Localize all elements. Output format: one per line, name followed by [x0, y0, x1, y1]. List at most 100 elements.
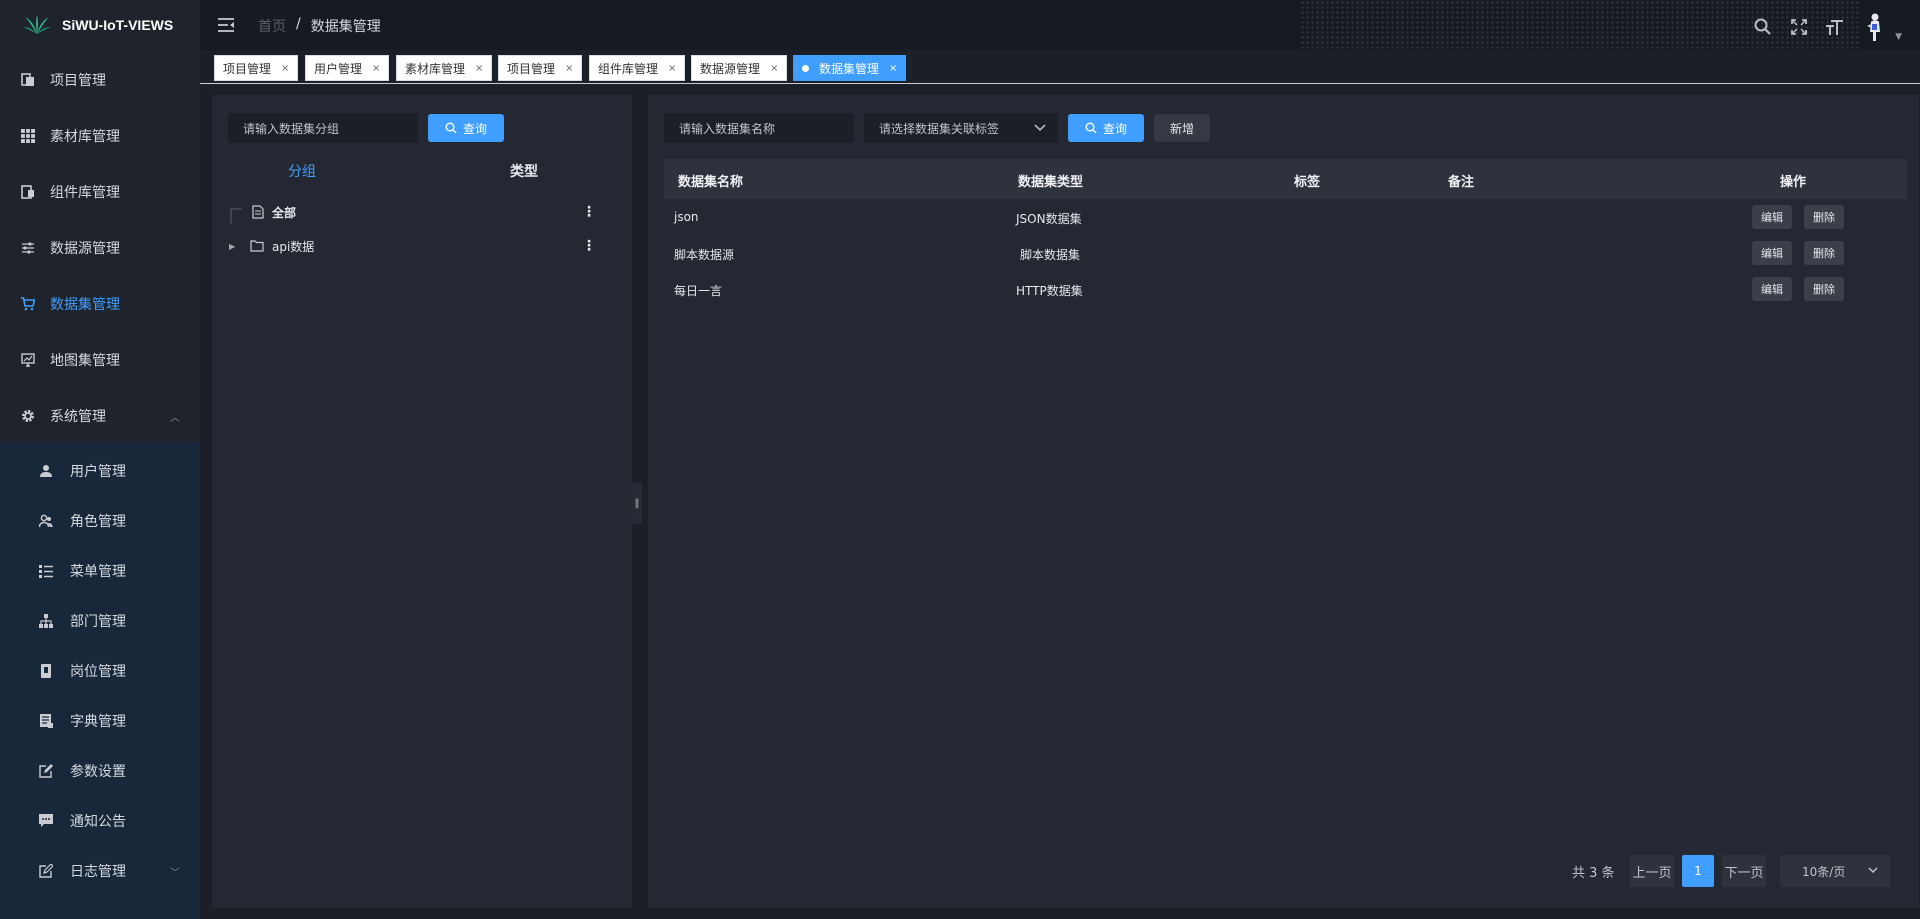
sidebar-item-dict[interactable]: 字典管理 — [0, 696, 200, 746]
sidebar-item-map[interactable]: 地图集管理 — [0, 332, 200, 388]
logo-icon — [23, 15, 51, 34]
sidebar: SiWU-IoT-VIEWS 项目管理 素材库管理 组件库管理 数据源管理 数据… — [0, 0, 200, 919]
system-submenu: 用户管理 角色管理 菜单管理 部门管理 岗位管理 字典管理 参数设置 通知公告 — [0, 442, 200, 919]
sidebar-item-label: 数据源管理 — [50, 241, 120, 257]
sidebar-item-label: 部门管理 — [70, 614, 126, 630]
avatar[interactable] — [1861, 12, 1887, 42]
tab-dataset[interactable]: 数据集管理 × — [793, 55, 907, 81]
close-icon[interactable]: × — [475, 63, 483, 74]
cell-type: JSON数据集 — [1016, 212, 1082, 226]
column-header-actions: 操作 — [1780, 175, 1807, 190]
sidebar-item-component[interactable]: 组件库管理 — [0, 164, 200, 220]
sidebar-item-datasource[interactable]: 数据源管理 — [0, 220, 200, 276]
component-icon — [20, 184, 36, 200]
list-icon — [38, 563, 54, 579]
breadcrumb-home[interactable]: 首页 — [258, 16, 286, 36]
close-icon[interactable]: × — [668, 63, 676, 74]
dataset-search-button[interactable]: 查询 — [1068, 114, 1144, 142]
add-dataset-button[interactable]: 新增 — [1154, 114, 1210, 142]
page-size-select[interactable]: 10条/页 — [1780, 855, 1890, 887]
sidebar-item-material[interactable]: 素材库管理 — [0, 108, 200, 164]
dataset-name-input[interactable]: 请输入数据集名称 — [664, 113, 854, 143]
badge-icon — [38, 663, 54, 679]
group-search-input[interactable]: 请输入数据集分组 — [228, 113, 418, 143]
pagination-page-1[interactable]: 1 — [1682, 855, 1714, 887]
tab-datasource[interactable]: 数据源管理 × — [691, 55, 788, 81]
tree-node-label: 全部 — [272, 205, 297, 220]
delete-button[interactable]: 删除 — [1804, 205, 1844, 229]
group-search-button[interactable]: 查询 — [428, 114, 504, 142]
message-icon — [38, 813, 54, 829]
sidebar-item-params[interactable]: 参数设置 — [0, 746, 200, 796]
app-name: SiWU-IoT-VIEWS — [62, 17, 174, 33]
close-icon[interactable]: × — [889, 63, 897, 74]
log-icon — [38, 863, 54, 879]
sidebar-item-label: 系统管理 — [50, 409, 106, 425]
panel-resize-handle[interactable]: ‖ — [632, 482, 642, 524]
caret-right-icon[interactable]: ▶ — [229, 242, 235, 251]
tab-label: 数据集管理 — [819, 61, 880, 76]
close-icon[interactable]: × — [770, 63, 778, 74]
sidebar-item-system[interactable]: 系统管理 ︿ — [0, 388, 200, 444]
menu-toggle-icon[interactable] — [216, 15, 236, 35]
tree-node-all[interactable]: 全部 ⋮ — [212, 199, 632, 225]
sidebar-item-label: 数据集管理 — [50, 297, 120, 313]
gear-icon — [20, 408, 36, 424]
sidebar-item-notice[interactable]: 通知公告 — [0, 796, 200, 846]
org-icon — [38, 613, 54, 629]
search-icon — [445, 122, 457, 134]
search-icon[interactable] — [1753, 17, 1773, 37]
sidebar-item-label: 项目管理 — [50, 73, 106, 89]
delete-button[interactable]: 删除 — [1804, 241, 1844, 265]
segment-type[interactable]: 类型 — [510, 161, 538, 181]
close-icon[interactable]: × — [281, 63, 289, 74]
sidebar-item-user[interactable]: 用户管理 — [0, 446, 200, 496]
sidebar-item-label: 日志管理 — [70, 864, 126, 880]
sidebar-item-dataset[interactable]: 数据集管理 — [0, 276, 200, 332]
dataset-panel: 请输入数据集名称 请选择数据集关联标签 查询 新增 数据集名称 数据集类型 标签… — [648, 95, 1919, 908]
sidebar-item-label: 岗位管理 — [70, 664, 126, 680]
column-header-tag: 标签 — [1294, 175, 1321, 190]
pagination-next-button[interactable]: 下一页 — [1722, 855, 1766, 887]
font-size-icon[interactable] — [1825, 17, 1845, 37]
grid-icon — [20, 128, 36, 144]
edit-button[interactable]: 编辑 — [1752, 205, 1792, 229]
search-icon — [1085, 122, 1097, 134]
close-icon[interactable]: × — [372, 63, 380, 74]
caret-down-icon[interactable]: ▼ — [1895, 32, 1902, 42]
tags-view: 项目管理 × 用户管理 × 素材库管理 × 项目管理 × 组件库管理 × 数据源管理 × 数… — [200, 50, 1920, 84]
pagination-prev-button[interactable]: 上一页 — [1630, 855, 1674, 887]
table-row: 每日一言 HTTP数据集 编辑 删除 — [664, 271, 1907, 307]
sidebar-item-menu[interactable]: 菜单管理 — [0, 546, 200, 596]
sidebar-item-label: 参数设置 — [70, 764, 126, 780]
tab-label: 数据源管理 — [700, 61, 761, 76]
more-icon[interactable]: ⋮ — [582, 204, 596, 220]
sidebar-item-role[interactable]: 角色管理 — [0, 496, 200, 546]
dataset-tag-select[interactable]: 请选择数据集关联标签 — [864, 113, 1058, 143]
delete-button[interactable]: 删除 — [1804, 277, 1844, 301]
tab-component[interactable]: 组件库管理 × — [589, 55, 686, 81]
edit-button[interactable]: 编辑 — [1752, 277, 1792, 301]
segment-group[interactable]: 分组 — [288, 161, 316, 181]
sidebar-item-project[interactable]: 项目管理 — [0, 52, 200, 108]
button-label: 查询 — [1102, 121, 1127, 136]
breadcrumb-separator: / — [296, 16, 301, 32]
tree-node-api[interactable]: ▶ api数据 ⋮ — [212, 233, 632, 259]
column-header-type: 数据集类型 — [1018, 175, 1084, 190]
tree-node-label: api数据 — [272, 239, 315, 254]
breadcrumb: 首页 / 数据集管理 — [258, 16, 381, 36]
edit-button[interactable]: 编辑 — [1752, 241, 1792, 265]
more-icon[interactable]: ⋮ — [582, 238, 596, 254]
tab-material[interactable]: 素材库管理 × — [396, 55, 493, 81]
folder-icon — [250, 240, 264, 252]
tab-user[interactable]: 用户管理 × — [305, 55, 390, 81]
fullscreen-icon[interactable] — [1789, 17, 1809, 37]
tab-label: 项目管理 — [507, 61, 556, 76]
sidebar-item-dept[interactable]: 部门管理 — [0, 596, 200, 646]
tab-project[interactable]: 项目管理 × — [214, 55, 299, 81]
logo[interactable]: SiWU-IoT-VIEWS — [0, 0, 200, 50]
sidebar-item-log[interactable]: 日志管理 ﹀ — [0, 846, 200, 896]
tab-project-2[interactable]: 项目管理 × — [498, 55, 583, 81]
close-icon[interactable]: × — [565, 63, 573, 74]
sidebar-item-post[interactable]: 岗位管理 — [0, 646, 200, 696]
